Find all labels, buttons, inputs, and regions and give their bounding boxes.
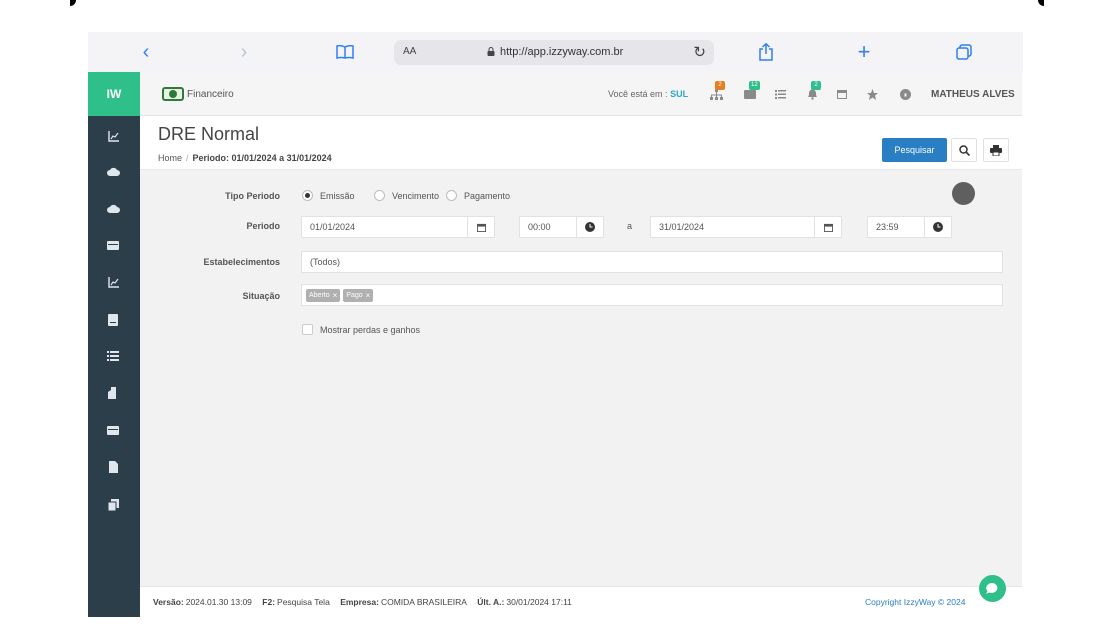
user-menu[interactable]: MATHEUS ALVES: [931, 89, 1015, 100]
sidebar: IW: [88, 72, 140, 617]
f2-value: Pesquisa Tela: [277, 597, 330, 607]
tabs-icon[interactable]: [950, 38, 978, 66]
copy-icon[interactable]: [106, 498, 120, 512]
empresa-value: COMIDA BRASILEIRA: [380, 597, 467, 607]
breadcrumb: Home / Periodo: 01/01/2024 a 31/01/2024: [158, 153, 332, 163]
list-icon[interactable]: [106, 349, 120, 363]
card-icon[interactable]: 12: [743, 81, 760, 101]
card-badge: 12: [749, 81, 760, 90]
you-are-label: Você está em :: [608, 89, 668, 99]
cloud-up-icon[interactable]: [106, 165, 120, 179]
help-icon[interactable]: [898, 87, 912, 101]
radio-emissao[interactable]: [302, 190, 313, 201]
tag-aberto-label: Aberto: [309, 291, 330, 299]
ult-label: Últ. A.:: [477, 597, 505, 607]
sitemap-badge: 2: [715, 81, 725, 90]
forward-icon[interactable]: ›: [230, 38, 258, 66]
copyright[interactable]: Copyright IzzyWay © 2024: [865, 597, 965, 607]
date-from-input[interactable]: 01/01/2024: [301, 216, 468, 238]
breadcrumb-current: Periodo: 01/01/2024 a 31/01/2024: [192, 153, 332, 163]
tag-aberto[interactable]: Aberto ×: [306, 288, 341, 302]
remove-tag-icon[interactable]: ×: [333, 291, 338, 300]
bell-icon[interactable]: 2: [805, 81, 821, 101]
radio-emissao-label[interactable]: Emissão: [320, 191, 355, 201]
sitemap-icon[interactable]: 2: [709, 81, 725, 101]
browser-toolbar: ‹ › AA http://app.izzyway.com.br ↻ +: [88, 32, 1023, 72]
tasks-icon[interactable]: [773, 87, 787, 101]
periodo-label: Periodo: [246, 221, 280, 231]
radio-pagamento[interactable]: [446, 190, 457, 201]
book-icon[interactable]: [106, 313, 120, 327]
radio-vencimento-label[interactable]: Vencimento: [392, 191, 439, 201]
reader-aa-button[interactable]: AA: [403, 46, 416, 57]
ult-value: 30/01/2024 17:11: [506, 597, 572, 607]
radio-vencimento[interactable]: [374, 190, 385, 201]
file-icon[interactable]: [106, 460, 120, 474]
new-tab-icon[interactable]: +: [850, 38, 878, 66]
current-location[interactable]: Você está em : SUL: [608, 89, 688, 99]
module-name[interactable]: Financeiro: [187, 89, 234, 100]
filter-form: Tipo Periodo Emissão Vencimento Pagament…: [140, 170, 1022, 586]
chart-icon[interactable]: [106, 129, 120, 143]
calendar-icon[interactable]: [814, 216, 842, 238]
print-icon[interactable]: [983, 138, 1009, 162]
card-icon[interactable]: [106, 238, 120, 252]
frame-corner-right: [1038, 0, 1044, 6]
tag-pago[interactable]: Pago ×: [343, 288, 374, 302]
content-header: DRE Normal Home / Periodo: 01/01/2024 a 31…: [140, 116, 1022, 170]
time-from-input[interactable]: 00:00: [519, 216, 577, 238]
location-value[interactable]: SUL: [670, 89, 688, 99]
empresa-label: Empresa:: [340, 597, 379, 607]
top-navbar: Financeiro Você está em : SUL 2 12 2 MAT…: [140, 72, 1022, 116]
footer-info: Versão: 2024.01.30 13:09 F2: Pesquisa Tela…: [153, 597, 572, 607]
tipo-periodo-label: Tipo Periodo: [225, 191, 280, 201]
versao-label: Versão:: [153, 597, 184, 607]
cloud-down-icon[interactable]: [106, 202, 120, 216]
chart-icon[interactable]: [106, 275, 120, 289]
app-logo[interactable]: IW: [88, 72, 140, 116]
address-bar[interactable]: AA http://app.izzyway.com.br ↻: [394, 40, 714, 65]
date-to-input[interactable]: 31/01/2024: [650, 216, 815, 238]
star-icon[interactable]: [865, 87, 879, 101]
search-icon[interactable]: [951, 138, 977, 162]
radio-pagamento-label[interactable]: Pagamento: [464, 191, 510, 201]
pesquisar-button[interactable]: Pesquisar: [882, 138, 947, 162]
screen: ‹ › AA http://app.izzyway.com.br ↻ + IW: [0, 0, 1114, 640]
tag-pago-label: Pago: [346, 291, 363, 299]
building-icon[interactable]: [106, 386, 120, 400]
situacao-multiselect[interactable]: Aberto × Pago ×: [301, 284, 1003, 306]
share-icon[interactable]: [752, 38, 780, 66]
financeiro-logo-icon[interactable]: [162, 87, 184, 101]
calendar-icon[interactable]: [835, 87, 849, 101]
mostrar-perdas-label[interactable]: Mostrar perdas e ganhos: [320, 325, 420, 335]
f2-label: F2:: [262, 597, 276, 607]
estabelecimentos-select[interactable]: (Todos): [301, 251, 1003, 273]
breadcrumb-home[interactable]: Home: [158, 153, 182, 163]
clock-icon[interactable]: [576, 216, 604, 238]
bell-badge: 2: [811, 81, 821, 90]
back-icon[interactable]: ‹: [132, 38, 160, 66]
url-text: http://app.izzyway.com.br: [500, 46, 624, 58]
chat-icon[interactable]: [979, 575, 1006, 602]
time-to-input[interactable]: 23:59: [867, 216, 925, 238]
situacao-label: Situação: [242, 291, 280, 301]
mostrar-perdas-checkbox[interactable]: [302, 324, 313, 335]
frame-corner-left: [70, 0, 76, 6]
page-title: DRE Normal: [158, 124, 260, 144]
remove-tag-icon[interactable]: ×: [366, 291, 371, 300]
estabelecimentos-label: Estabelecimentos: [203, 257, 280, 267]
versao-value: 2024.01.30 13:09: [185, 597, 252, 607]
floating-circle-button[interactable]: [952, 182, 975, 205]
reload-icon[interactable]: ↻: [693, 43, 706, 61]
breadcrumb-separator: /: [186, 153, 189, 163]
period-separator: a: [627, 221, 633, 231]
footer: Versão: 2024.01.30 13:09 F2: Pesquisa Tela…: [140, 586, 1022, 617]
clock-icon[interactable]: [924, 216, 952, 238]
calendar-icon[interactable]: [467, 216, 495, 238]
lock-icon: [487, 47, 495, 56]
card-icon[interactable]: [106, 423, 120, 437]
bookmarks-icon[interactable]: [331, 38, 359, 66]
